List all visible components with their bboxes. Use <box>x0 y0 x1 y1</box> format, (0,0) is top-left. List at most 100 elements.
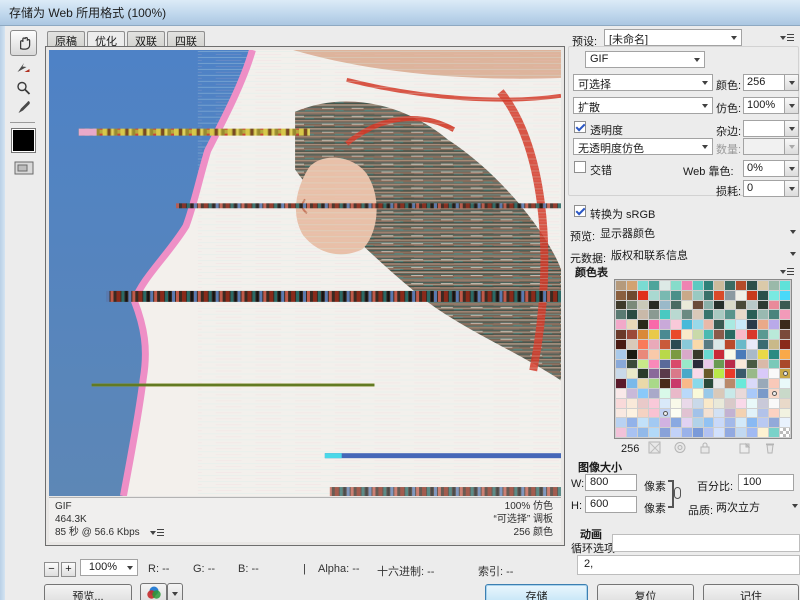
color-swatch[interactable] <box>736 291 746 300</box>
color-swatch[interactable] <box>616 379 626 388</box>
color-swatch[interactable] <box>627 291 637 300</box>
color-swatch[interactable] <box>758 291 768 300</box>
color-swatch[interactable] <box>671 320 681 329</box>
color-swatch[interactable] <box>627 360 637 369</box>
color-swatch[interactable] <box>660 330 670 339</box>
color-swatch[interactable] <box>758 310 768 319</box>
color-swatch[interactable] <box>714 320 724 329</box>
srgb-checkbox[interactable] <box>574 205 586 217</box>
color-swatch[interactable] <box>693 379 703 388</box>
color-swatch[interactable] <box>769 379 779 388</box>
zoom-in-button[interactable]: + <box>61 562 76 577</box>
color-swatch[interactable] <box>671 330 681 339</box>
color-swatch[interactable] <box>649 330 659 339</box>
color-swatch[interactable] <box>627 418 637 427</box>
color-swatch[interactable] <box>660 418 670 427</box>
color-swatch[interactable] <box>769 291 779 300</box>
interlaced-checkbox[interactable] <box>574 161 586 173</box>
color-swatch[interactable] <box>736 389 746 398</box>
download-time-menu-icon[interactable] <box>150 527 164 538</box>
color-swatch[interactable] <box>747 320 757 329</box>
matte-dropdown-button[interactable] <box>784 120 799 137</box>
color-swatch[interactable] <box>704 379 714 388</box>
color-swatch[interactable] <box>616 310 626 319</box>
preview-in-browser-button[interactable]: 预览... <box>44 584 132 600</box>
browser-select-arrow[interactable] <box>167 583 183 600</box>
color-swatch[interactable] <box>649 369 659 378</box>
color-swatch[interactable] <box>682 399 692 408</box>
color-swatch[interactable] <box>747 310 757 319</box>
color-swatch[interactable] <box>736 310 746 319</box>
color-swatch[interactable] <box>736 301 746 310</box>
color-swatch[interactable] <box>671 409 681 418</box>
color-swatch[interactable] <box>769 281 779 290</box>
color-swatch[interactable] <box>682 320 692 329</box>
color-swatch[interactable] <box>725 360 735 369</box>
color-swatch[interactable] <box>616 409 626 418</box>
dither-dropdown-button[interactable] <box>784 97 799 114</box>
color-swatch[interactable] <box>758 360 768 369</box>
color-swatch[interactable] <box>616 301 626 310</box>
color-swatch[interactable] <box>758 399 768 408</box>
color-swatch[interactable] <box>671 418 681 427</box>
remember-button[interactable]: 记住 <box>703 584 799 600</box>
color-swatch[interactable] <box>769 428 779 437</box>
color-swatch[interactable] <box>769 330 779 339</box>
color-swatch[interactable] <box>616 281 626 290</box>
color-swatch[interactable] <box>627 389 637 398</box>
color-swatch[interactable] <box>671 360 681 369</box>
color-swatch[interactable] <box>671 369 681 378</box>
color-swatch[interactable] <box>682 389 692 398</box>
color-swatch[interactable] <box>627 340 637 349</box>
color-swatch[interactable] <box>780 379 790 388</box>
color-swatch[interactable] <box>725 340 735 349</box>
color-swatch[interactable] <box>780 310 790 319</box>
color-swatch[interactable] <box>638 350 648 359</box>
color-swatch[interactable] <box>769 350 779 359</box>
zoom-out-button[interactable]: − <box>44 562 59 577</box>
color-swatch[interactable] <box>693 369 703 378</box>
loop-options-select[interactable] <box>612 534 800 552</box>
color-swatch[interactable] <box>693 360 703 369</box>
color-swatch[interactable] <box>649 320 659 329</box>
color-swatch[interactable] <box>682 409 692 418</box>
color-swatch[interactable] <box>638 379 648 388</box>
color-swatch[interactable] <box>704 360 714 369</box>
palette-select[interactable]: 可选择 <box>573 74 713 91</box>
color-swatch[interactable] <box>758 340 768 349</box>
color-swatch[interactable] <box>660 281 670 290</box>
quality-select[interactable]: 两次立方 <box>716 498 798 515</box>
color-swatch[interactable] <box>747 330 757 339</box>
color-swatch[interactable] <box>747 379 757 388</box>
color-swatch[interactable] <box>704 340 714 349</box>
color-swatch[interactable] <box>780 320 790 329</box>
color-swatch[interactable] <box>649 418 659 427</box>
delete-color-icon[interactable] <box>763 441 777 454</box>
color-swatch[interactable] <box>693 428 703 437</box>
color-swatch[interactable] <box>627 320 637 329</box>
matte-value[interactable] <box>743 120 785 137</box>
dither-value[interactable]: 100% <box>743 97 785 114</box>
color-swatch[interactable] <box>671 281 681 290</box>
color-swatch[interactable] <box>616 428 626 437</box>
color-swatch[interactable] <box>693 350 703 359</box>
color-swatch[interactable] <box>769 418 779 427</box>
color-swatch[interactable] <box>736 399 746 408</box>
eyedropper-color-swatch[interactable] <box>11 128 36 153</box>
height-input[interactable]: 600 <box>585 496 637 513</box>
transparency-dither-select[interactable]: 无透明度仿色 <box>573 138 713 155</box>
color-swatch[interactable] <box>704 310 714 319</box>
color-swatch[interactable] <box>780 291 790 300</box>
color-swatch[interactable] <box>736 409 746 418</box>
color-swatch[interactable] <box>747 418 757 427</box>
color-swatch[interactable] <box>780 389 790 398</box>
color-swatch[interactable] <box>616 330 626 339</box>
color-swatch[interactable] <box>627 330 637 339</box>
color-swatch[interactable] <box>693 301 703 310</box>
color-swatch[interactable] <box>616 360 626 369</box>
color-swatch[interactable] <box>769 399 779 408</box>
color-swatch[interactable] <box>616 418 626 427</box>
link-dimensions-chain-icon[interactable] <box>674 487 681 499</box>
color-swatch[interactable] <box>682 340 692 349</box>
color-swatch[interactable] <box>780 360 790 369</box>
